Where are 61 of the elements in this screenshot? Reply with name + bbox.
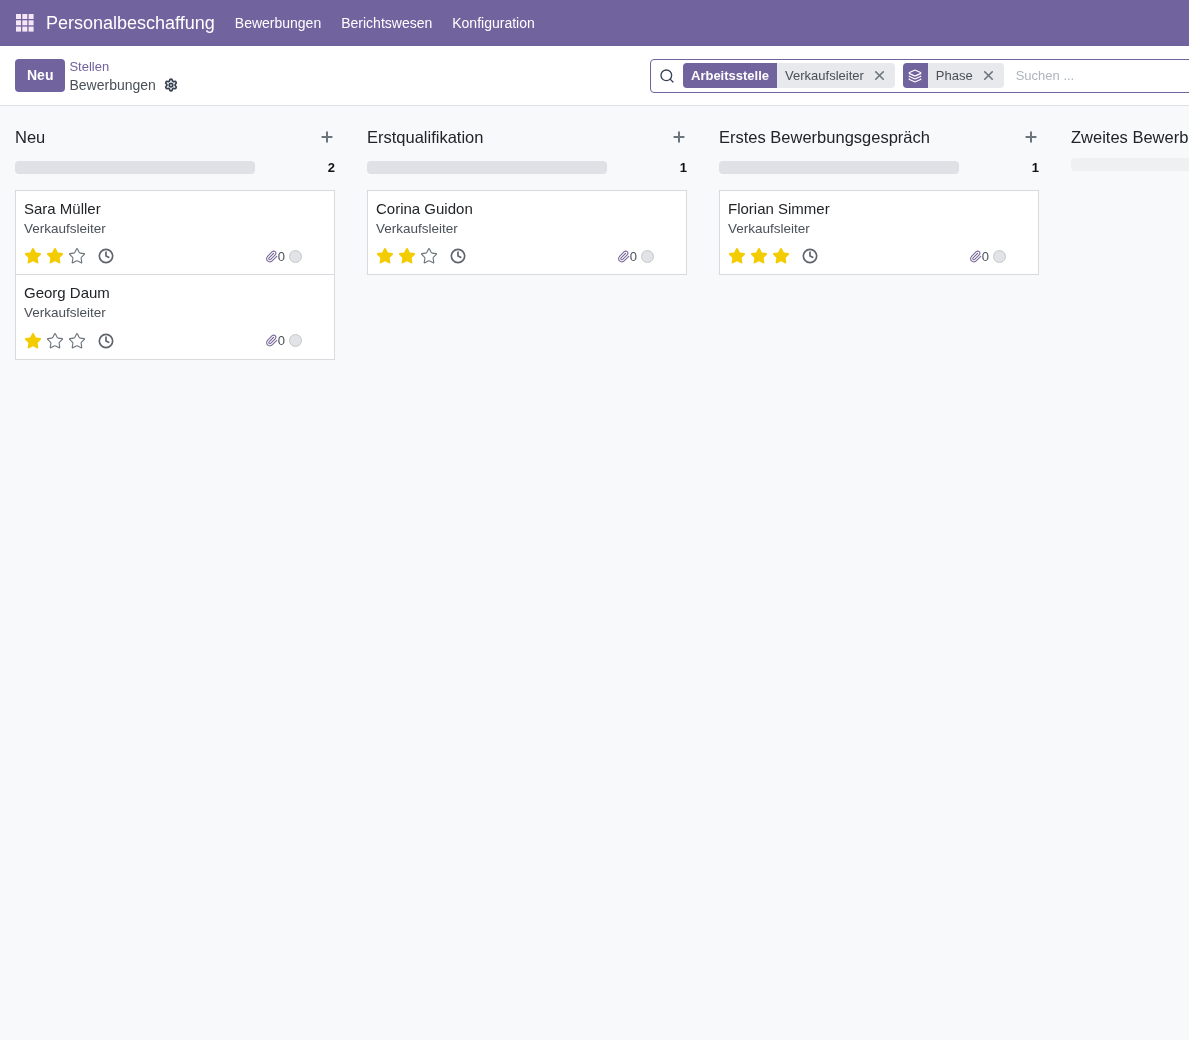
nav-menu-item[interactable]: Bewerbungen: [234, 12, 322, 34]
clock-icon[interactable]: [98, 248, 114, 265]
applicant-card[interactable]: Florian Simmer Verkaufsleiter 0: [719, 189, 1039, 275]
facet-value: Verkaufsleiter: [784, 66, 865, 85]
new-button[interactable]: Neu: [15, 59, 66, 92]
record-count: 1: [1031, 159, 1039, 177]
column-title: Zweites Bewerb: [1071, 126, 1189, 148]
clock-icon[interactable]: [802, 248, 818, 265]
attachment-count: 0: [629, 247, 637, 266]
star-icon[interactable]: [68, 331, 86, 350]
job-title: Verkaufsleiter: [24, 304, 107, 322]
breadcrumb-link[interactable]: Stellen: [69, 56, 178, 76]
star-icon[interactable]: [46, 331, 64, 350]
apps-grid-icon[interactable]: [16, 14, 34, 32]
column-title: Erstes Bewerbungsgespräch: [719, 126, 930, 148]
paperclip-icon: [968, 249, 982, 263]
star-icon[interactable]: [420, 247, 438, 266]
paperclip-icon: [264, 334, 278, 348]
search-icon[interactable]: [659, 67, 675, 84]
add-icon[interactable]: [319, 129, 335, 145]
record-count: 1: [679, 159, 687, 177]
search-input[interactable]: Suchen ...: [1015, 65, 1189, 86]
settings-icon[interactable]: [163, 78, 178, 92]
attachment-count: 0: [277, 332, 285, 350]
job-title: Verkaufsleiter: [728, 219, 811, 238]
attachment-count: 0: [981, 247, 989, 266]
star-icon[interactable]: [398, 247, 416, 266]
facet-label: Arbeitsstelle: [683, 63, 778, 88]
applicant-name: Sara Müller: [24, 198, 102, 219]
applicant-card[interactable]: Sara Müller Verkaufsleiter 0: [15, 189, 335, 275]
layers-icon: [908, 68, 923, 83]
star-icon[interactable]: [68, 247, 86, 266]
clock-icon[interactable]: [98, 332, 114, 349]
add-icon[interactable]: [671, 129, 687, 145]
paperclip-icon: [616, 249, 630, 263]
nav-menu-item[interactable]: Berichtswesen: [341, 12, 433, 34]
clock-icon[interactable]: [450, 248, 466, 265]
breadcrumb-current: Bewerbungen: [69, 75, 156, 95]
column-title: Erstqualifikation: [367, 126, 484, 148]
star-icon[interactable]: [750, 247, 768, 266]
applicant-card[interactable]: Corina Guidon Verkaufsleiter 0: [367, 189, 687, 275]
job-title: Verkaufsleiter: [376, 219, 459, 238]
applicant-name: Florian Simmer: [728, 198, 831, 219]
star-icon[interactable]: [46, 247, 64, 266]
app-name[interactable]: Personalbeschaffung: [46, 9, 215, 37]
search-bar[interactable]: Arbeitsstelle Verkaufsleiter Phase Suchen ...: [650, 58, 1189, 93]
facet-value: Phase: [934, 66, 974, 85]
star-icon[interactable]: [24, 247, 42, 266]
star-icon[interactable]: [376, 247, 394, 266]
record-count: 2: [327, 159, 335, 177]
add-icon[interactable]: [1023, 129, 1039, 145]
star-icon[interactable]: [728, 247, 746, 266]
star-icon[interactable]: [772, 247, 790, 266]
job-title: Verkaufsleiter: [24, 219, 107, 238]
attachment-count: 0: [277, 247, 285, 266]
applicant-card[interactable]: Georg Daum Verkaufsleiter 0: [15, 274, 335, 360]
applicant-name: Georg Daum: [24, 283, 111, 303]
nav-menu-item[interactable]: Konfiguration: [452, 12, 535, 34]
column-title: Neu: [15, 126, 46, 148]
applicant-name: Corina Guidon: [376, 198, 474, 219]
paperclip-icon: [264, 249, 278, 263]
